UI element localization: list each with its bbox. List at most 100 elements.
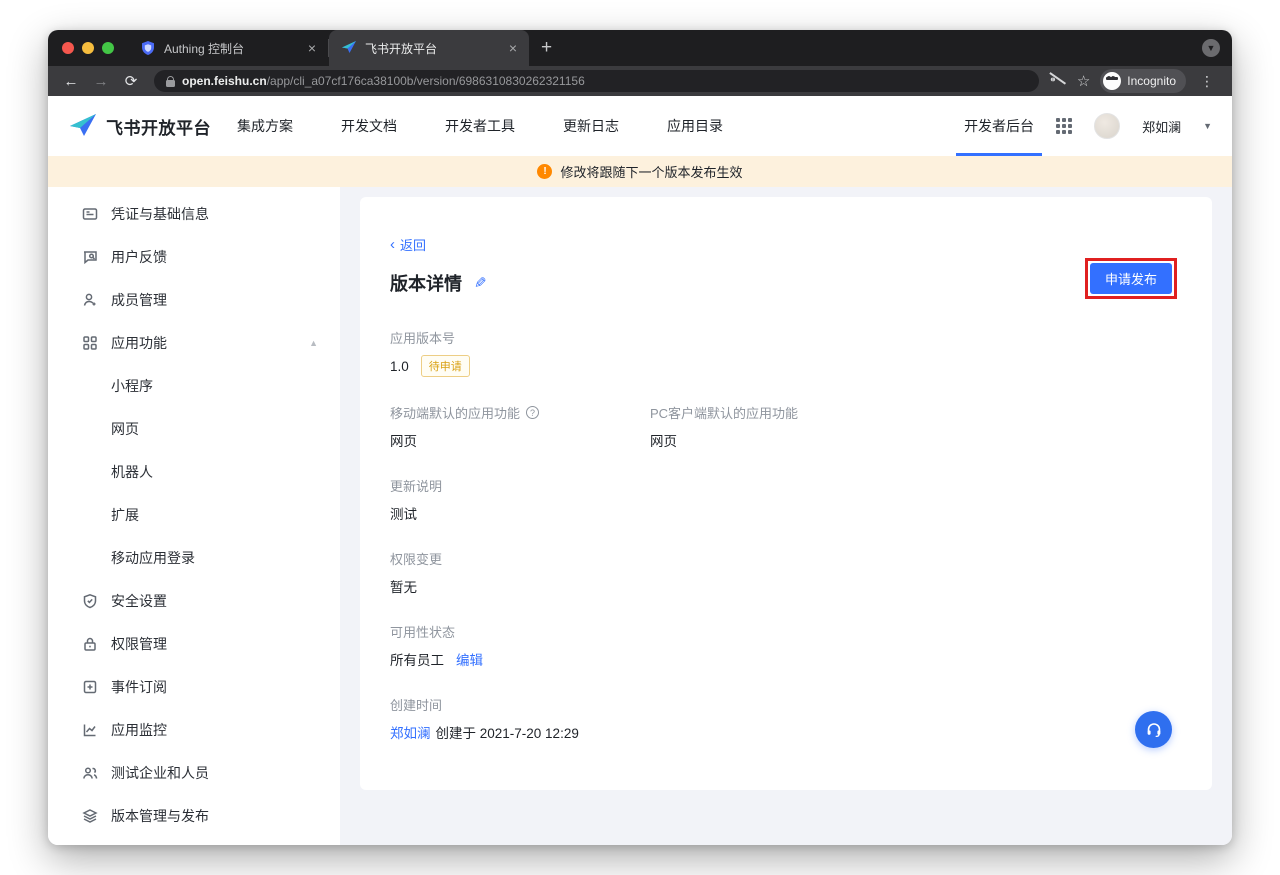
field-version: 应用版本号 1.0 待申请 (390, 328, 1182, 377)
sidebar-item-members[interactable]: 成员管理 (48, 278, 340, 321)
sidebar-item-extension[interactable]: 扩展 (48, 493, 340, 536)
sidebar-item-event-subscribe[interactable]: 事件订阅 (48, 665, 340, 708)
browser-toolbar: ← → ⟳ open.feishu.cn/app/cli_a07cf176ca3… (48, 66, 1232, 96)
sidebar-item-app-features[interactable]: 应用功能 ▲ (48, 321, 340, 364)
sidebar: 凭证与基础信息 用户反馈 成员管理 应用功能 ▲ 小程序 网页 机器人 扩展 移… (48, 187, 340, 845)
tab-authing[interactable]: Authing 控制台 × (128, 30, 328, 66)
feishu-favicon (341, 40, 357, 56)
support-fab[interactable] (1135, 711, 1172, 748)
sidebar-item-mobile-login[interactable]: 移动应用登录 (48, 536, 340, 579)
sidebar-item-label: 版本管理与发布 (111, 806, 209, 826)
sidebar-item-label: 机器人 (111, 462, 153, 482)
sidebar-item-security[interactable]: 安全设置 (48, 579, 340, 622)
back-link[interactable]: ‹ 返回 (390, 235, 426, 254)
sidebar-item-label: 测试企业和人员 (111, 763, 209, 783)
brand-name: 飞书开放平台 (106, 114, 211, 139)
headset-icon (1145, 721, 1163, 739)
shield-favicon (140, 40, 156, 56)
page-title: 版本详情 (390, 270, 462, 296)
sidebar-item-label: 事件订阅 (111, 677, 167, 697)
sidebar-item-feedback[interactable]: 用户反馈 (48, 235, 340, 278)
field-label: 更新说明 (390, 476, 1182, 495)
creator-link[interactable]: 郑如澜 (390, 722, 431, 742)
incognito-label: Incognito (1127, 74, 1176, 88)
new-tab-button[interactable]: + (529, 37, 564, 59)
edit-link[interactable]: 编辑 (456, 649, 483, 669)
edit-pencil-icon[interactable]: ✎ (474, 274, 487, 292)
sidebar-item-bot[interactable]: 机器人 (48, 450, 340, 493)
nav-item-docs[interactable]: 开发文档 (341, 116, 397, 136)
console-link[interactable]: 开发者后台 (964, 96, 1034, 156)
apply-publish-button[interactable]: 申请发布 (1090, 263, 1172, 294)
version-banner: ! 修改将跟随下一个版本发布生效 (48, 156, 1232, 187)
version-value: 1.0 (390, 359, 409, 374)
nav-item-integration[interactable]: 集成方案 (237, 116, 293, 136)
sidebar-item-version-mgmt[interactable]: 版本管理与发布 (48, 794, 340, 837)
sidebar-item-credentials[interactable]: 凭证与基础信息 (48, 192, 340, 235)
nav-menu: 集成方案 开发文档 开发者工具 更新日志 应用目录 (237, 116, 723, 136)
nav-right: 开发者后台 郑如澜 ▼ (964, 96, 1212, 156)
address-bar[interactable]: open.feishu.cn/app/cli_a07cf176ca38100b/… (154, 70, 1039, 92)
nav-item-changelog[interactable]: 更新日志 (563, 116, 619, 136)
app-grid-icon (82, 335, 98, 351)
brand[interactable]: 飞书开放平台 (68, 113, 211, 139)
back-icon[interactable]: ← (58, 73, 84, 90)
apps-grid-icon[interactable] (1056, 118, 1072, 134)
eye-off-icon[interactable] (1049, 74, 1067, 88)
event-subscribe-icon (82, 679, 98, 695)
help-circle-icon[interactable]: ? (526, 406, 539, 419)
minimize-window-button[interactable] (82, 42, 94, 54)
tab-close-icon[interactable]: × (308, 40, 316, 56)
chevron-down-icon[interactable]: ▼ (1203, 121, 1212, 131)
tab-feishu[interactable]: 飞书开放平台 × (329, 30, 529, 66)
user-name[interactable]: 郑如澜 (1142, 117, 1181, 136)
sidebar-item-label: 小程序 (111, 376, 153, 396)
collapse-arrow-icon[interactable]: ▲ (309, 338, 318, 348)
forward-icon[interactable]: → (88, 73, 114, 90)
url-domain: open.feishu.cn (182, 74, 267, 88)
sidebar-item-permissions[interactable]: 权限管理 (48, 622, 340, 665)
version-detail-card: ‹ 返回 版本详情 ✎ 申请发布 应用版本号 1.0 待申请 (360, 197, 1212, 790)
member-add-icon (82, 292, 98, 308)
reload-icon[interactable]: ⟳ (118, 72, 144, 90)
sidebar-item-label: 权限管理 (111, 634, 167, 654)
permission-value: 暂无 (390, 576, 1182, 596)
monitor-chart-icon (82, 722, 98, 738)
sidebar-item-webpage[interactable]: 网页 (48, 407, 340, 450)
main-area: ‹ 返回 版本详情 ✎ 申请发布 应用版本号 1.0 待申请 (340, 187, 1232, 845)
annotation-red-box: 申请发布 (1085, 258, 1177, 299)
banner-text: 修改将跟随下一个版本发布生效 (560, 162, 742, 181)
field-label: 创建时间 (390, 695, 1182, 714)
nav-item-tools[interactable]: 开发者工具 (445, 116, 515, 136)
lock-icon (166, 76, 175, 87)
id-card-icon (82, 206, 98, 222)
field-label: PC客户端默认的应用功能 (650, 403, 798, 422)
avatar[interactable] (1094, 113, 1120, 139)
people-icon (82, 765, 98, 781)
sidebar-item-label: 移动应用登录 (111, 548, 195, 568)
chevron-left-icon: ‹ (390, 240, 395, 250)
tab-close-icon[interactable]: × (509, 40, 517, 56)
field-availability: 可用性状态 所有员工 编辑 (390, 622, 1182, 669)
status-badge: 待申请 (421, 355, 470, 377)
kebab-menu-icon[interactable]: ⋮ (1196, 73, 1218, 90)
alert-icon: ! (537, 164, 552, 179)
sidebar-item-label: 网页 (111, 419, 139, 439)
sidebar-item-miniprogram[interactable]: 小程序 (48, 364, 340, 407)
star-icon[interactable]: ☆ (1077, 72, 1090, 90)
nav-item-directory[interactable]: 应用目录 (667, 116, 723, 136)
field-default-features: 移动端默认的应用功能 ? 网页 PC客户端默认的应用功能 网页 (390, 403, 1182, 450)
field-label: 应用版本号 (390, 328, 1182, 347)
tab-title: Authing 控制台 (164, 40, 300, 57)
sidebar-item-test-org[interactable]: 测试企业和人员 (48, 751, 340, 794)
sidebar-item-label: 安全设置 (111, 591, 167, 611)
zoom-window-button[interactable] (102, 42, 114, 54)
tab-search-button[interactable]: ▼ (1202, 39, 1220, 57)
feedback-icon (82, 249, 98, 265)
close-window-button[interactable] (62, 42, 74, 54)
field-update-note: 更新说明 测试 (390, 476, 1182, 523)
layers-icon (82, 808, 98, 824)
sidebar-item-monitoring[interactable]: 应用监控 (48, 708, 340, 751)
sidebar-item-label: 扩展 (111, 505, 139, 525)
field-permission-change: 权限变更 暂无 (390, 549, 1182, 596)
